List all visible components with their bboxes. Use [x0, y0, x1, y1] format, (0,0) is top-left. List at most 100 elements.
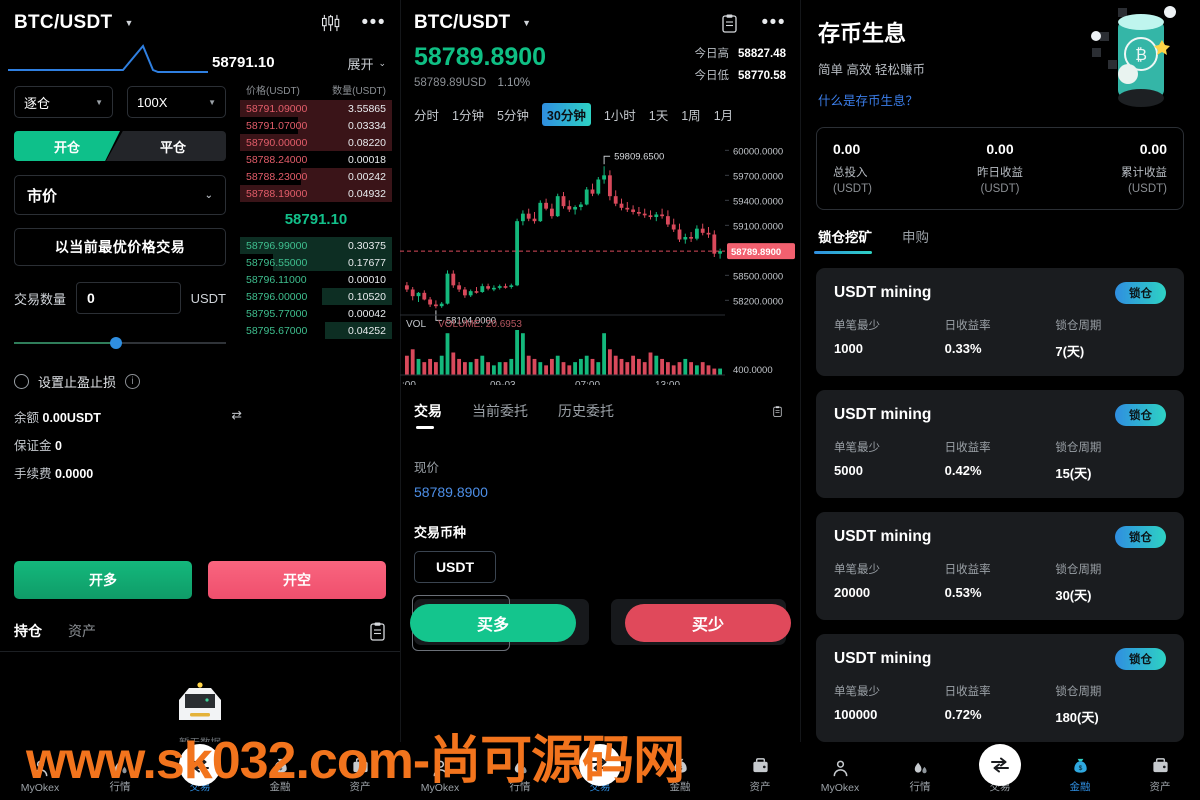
best-price-button[interactable]: 以当前最优价格交易: [14, 228, 226, 266]
more-dots-icon[interactable]: •••: [762, 13, 786, 32]
orderbook-qty: 0.00242: [348, 170, 386, 183]
finance-tab-申购[interactable]: 申购: [902, 226, 929, 254]
clipboard-icon[interactable]: [721, 14, 738, 33]
tab-close-position[interactable]: 平仓: [106, 131, 226, 161]
orderbook-row[interactable]: 58795.77000 0.00042: [240, 305, 392, 322]
tab-open-position[interactable]: 开仓: [14, 131, 120, 161]
candlestick-settings-icon[interactable]: [321, 14, 340, 32]
nav-item-交易[interactable]: 交易: [560, 744, 640, 794]
open-long-button[interactable]: 开多: [14, 561, 192, 599]
nav-item-MyOkex[interactable]: MyOkex: [800, 758, 880, 794]
timeframe-1天[interactable]: 1天: [649, 105, 668, 124]
exchange-arrows-icon[interactable]: [179, 744, 221, 786]
nav-item-资产[interactable]: 资产: [320, 755, 400, 794]
nav-item-交易[interactable]: 交易: [160, 744, 240, 794]
orderbook-row[interactable]: 58795.67000 0.04252: [240, 322, 392, 339]
clipboard-icon[interactable]: [369, 622, 386, 641]
orderbook-price: 58796.99000: [246, 239, 308, 252]
slider-knob[interactable]: [109, 337, 122, 349]
mining-card[interactable]: USDT mining 锁仓 单笔最少 1000 日收益率 0.33% 锁仓周期 7(天): [816, 268, 1184, 376]
mining-card-title: USDT mining: [834, 528, 932, 545]
orderbook-row[interactable]: 58796.11000 0.00010: [240, 271, 392, 288]
nav-label: 资产: [749, 781, 771, 793]
nav-item-行情[interactable]: 行情: [480, 755, 560, 794]
leverage-value: 100X: [137, 94, 168, 110]
timeframe-1月[interactable]: 1月: [714, 105, 733, 124]
nav-item-交易[interactable]: 交易: [960, 744, 1040, 794]
stat-value: 0.00: [1139, 141, 1167, 157]
svg-text:400.0000: 400.0000: [733, 365, 773, 376]
timeframe-1周[interactable]: 1周: [681, 105, 700, 124]
timeframe-分时[interactable]: 分时: [414, 105, 439, 124]
transfer-icon[interactable]: ⇄: [232, 407, 242, 422]
orderbook-qty: 0.08220: [348, 136, 386, 149]
orderbook-price: 58796.00000: [246, 290, 308, 303]
orderbook-expand-button[interactable]: 展开 ⌄: [347, 54, 386, 73]
middle-pair-title[interactable]: BTC/USDT: [414, 12, 510, 34]
orderbook-qty: 0.03334: [348, 119, 386, 132]
spot-price-label: 现价: [414, 461, 440, 476]
tab-positions[interactable]: 持仓: [14, 621, 42, 641]
exchange-arrows-icon[interactable]: [579, 744, 621, 786]
buy-long-button[interactable]: 买多: [410, 604, 576, 643]
quantity-input[interactable]: 0: [76, 282, 181, 314]
orderbook-row[interactable]: 58791.09000 3.55865: [240, 100, 392, 117]
mining-col-min: 单笔最少 100000: [834, 686, 880, 722]
middle-tab-交易[interactable]: 交易: [414, 401, 442, 430]
finance-tab-锁仓挖矿[interactable]: 锁仓挖矿: [814, 226, 872, 254]
exchange-arrows-icon[interactable]: [979, 744, 1021, 786]
nav-item-金融[interactable]: $ 金融: [240, 755, 320, 794]
nav-item-行情[interactable]: 行情: [880, 755, 960, 794]
nav-item-金融[interactable]: $ 金融: [640, 755, 720, 794]
timeframe-1分钟[interactable]: 1分钟: [452, 105, 484, 124]
orderbook-row[interactable]: 58796.00000 0.10520: [240, 288, 392, 305]
tab-assets[interactable]: 资产: [68, 621, 96, 641]
nav-label: 金融: [1069, 781, 1091, 793]
chevron-down-icon[interactable]: ▼: [522, 18, 531, 28]
orderbook-row[interactable]: 58788.24000 0.00018: [240, 151, 392, 168]
nav-item-行情[interactable]: 行情: [80, 755, 160, 794]
orderbook-qty: 0.00018: [348, 153, 386, 166]
middle-tab-历史委托[interactable]: 历史委托: [558, 401, 614, 429]
currency-chip-usdt[interactable]: USDT: [414, 551, 496, 584]
nav-item-资产[interactable]: 资产: [1120, 755, 1200, 794]
orderbook-price: 58788.23000: [246, 170, 308, 183]
orderbook-row[interactable]: 58790.00000 0.08220: [240, 134, 392, 151]
orderbook-row[interactable]: 58788.19000 0.04932: [240, 185, 392, 202]
nav-item-金融[interactable]: $ 金融: [1040, 755, 1120, 794]
trading-panel-left: BTC/USDT ▼ ••• 58791.10 展开 ⌄ 逐仓 ▼ 100X ▼…: [0, 0, 400, 800]
mining-card[interactable]: USDT mining 锁仓 单笔最少 100000 日收益率 0.72% 锁仓周期 180(…: [816, 634, 1184, 742]
orderbook-row[interactable]: 58791.07000 0.03334: [240, 117, 392, 134]
candlestick-chart[interactable]: 60000.0000 59700.0000 59400.0000 59100.0000…: [400, 130, 800, 385]
mining-col-period: 锁仓周期 30(天): [1055, 564, 1102, 603]
leverage-select[interactable]: 100X ▼: [127, 86, 226, 118]
left-pair-title[interactable]: BTC/USDT: [14, 12, 112, 34]
nav-item-资产[interactable]: 资产: [720, 755, 800, 794]
buy-short-button[interactable]: 买少: [625, 604, 791, 643]
bottom-navbar-middle: MyOkex 行情 交易 $ 金融 资产: [400, 742, 800, 800]
timeframe-1小时[interactable]: 1小时: [604, 105, 636, 124]
chevron-down-icon[interactable]: ▼: [124, 18, 133, 28]
timeframe-30分钟[interactable]: 30分钟: [541, 103, 591, 127]
tp-sl-radio[interactable]: [14, 374, 29, 389]
stat-unit: (USDT): [833, 183, 872, 195]
nav-item-MyOkex[interactable]: MyOkex: [0, 758, 80, 794]
orderbook-row[interactable]: 58788.23000 0.00242: [240, 168, 392, 185]
orderbook-row[interactable]: 58796.55000 0.17677: [240, 254, 392, 271]
amount-slider[interactable]: [14, 336, 226, 350]
clipboard-icon[interactable]: [769, 406, 786, 425]
margin-mode-select[interactable]: 逐仓 ▼: [14, 86, 113, 118]
orderbook-row[interactable]: 58796.99000 0.30375: [240, 237, 392, 254]
chevron-down-icon: ▼: [208, 97, 216, 107]
timeframe-5分钟[interactable]: 5分钟: [497, 105, 529, 124]
order-type-select[interactable]: 市价 ⌄: [14, 175, 226, 215]
more-dots-icon[interactable]: •••: [362, 13, 386, 32]
orderbook-price: 58791.07000: [246, 119, 308, 132]
middle-tab-当前委托[interactable]: 当前委托: [472, 401, 528, 429]
open-short-button[interactable]: 开空: [208, 561, 386, 599]
nav-item-MyOkex[interactable]: MyOkex: [400, 758, 480, 794]
mining-card[interactable]: USDT mining 锁仓 单笔最少 20000 日收益率 0.53% 锁仓周期 30(天): [816, 512, 1184, 620]
info-icon[interactable]: i: [125, 374, 141, 389]
finance-panel-right: 存币生息 简单 高效 轻松赚币 什么是存币生息？ ₿ 0.00 总投入 (USDT)…: [800, 0, 1200, 800]
mining-card[interactable]: USDT mining 锁仓 单笔最少 5000 日收益率 0.42% 锁仓周期 15(天): [816, 390, 1184, 498]
